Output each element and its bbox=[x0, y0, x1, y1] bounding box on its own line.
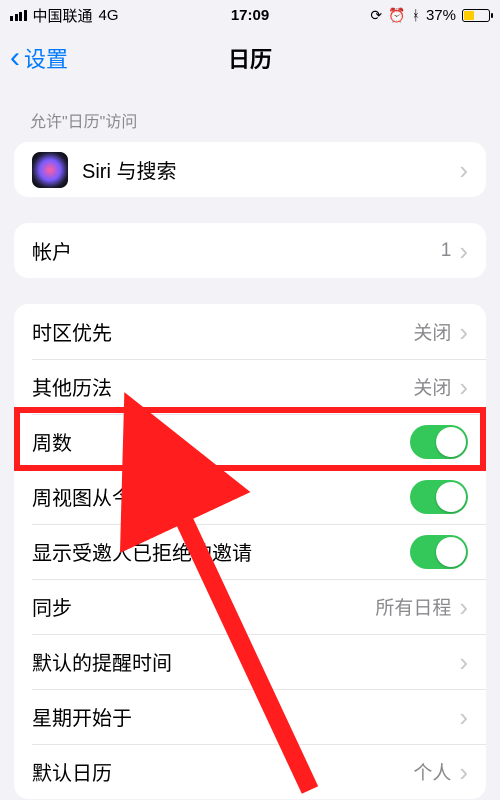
altcal-value: 关闭 bbox=[413, 373, 451, 400]
row-sync[interactable]: 同步 所有日程 › bbox=[14, 579, 486, 634]
row-week-view-today[interactable]: 周视图从今天开 bbox=[14, 469, 486, 524]
default-cal-value: 个人 bbox=[413, 758, 451, 785]
group-main-settings: 时区优先 关闭 › 其他历法 关闭 › 周数 周视图从今天开 显示受邀人已拒绝的… bbox=[14, 304, 486, 799]
chevron-right-icon: › bbox=[459, 704, 468, 730]
accounts-label: 帐户 bbox=[32, 236, 441, 265]
status-left: 中国联通 4G bbox=[10, 5, 119, 26]
chevron-right-icon: › bbox=[459, 157, 468, 183]
default-cal-label: 默认日历 bbox=[32, 757, 413, 786]
back-label: 设置 bbox=[24, 42, 68, 74]
chevron-right-icon: › bbox=[459, 594, 468, 620]
chevron-right-icon: › bbox=[459, 649, 468, 675]
network-label: 4G bbox=[99, 7, 119, 24]
siri-icon bbox=[32, 152, 68, 188]
siri-label: Siri 与搜索 bbox=[82, 155, 459, 184]
sync-label: 同步 bbox=[32, 592, 375, 621]
bluetooth-icon: ᚼ bbox=[412, 7, 420, 23]
alarm-icon: ⏰ bbox=[388, 7, 405, 24]
chevron-left-icon: ‹ bbox=[10, 43, 20, 73]
signal-icon bbox=[10, 10, 27, 21]
chevron-right-icon: › bbox=[459, 374, 468, 400]
row-accounts[interactable]: 帐户 1 › bbox=[14, 223, 486, 278]
row-week-numbers[interactable]: 周数 bbox=[14, 414, 486, 469]
row-timezone-override[interactable]: 时区优先 关闭 › bbox=[14, 304, 486, 359]
group-allow-access: Siri 与搜索 › bbox=[14, 142, 486, 197]
status-right: ⟳ ⏰ ᚼ 37% bbox=[370, 7, 490, 24]
row-siri-search[interactable]: Siri 与搜索 › bbox=[14, 142, 486, 197]
status-bar: 中国联通 4G 17:09 ⟳ ⏰ ᚼ 37% bbox=[0, 0, 500, 30]
chevron-right-icon: › bbox=[459, 238, 468, 264]
declined-toggle[interactable] bbox=[410, 535, 468, 569]
chevron-right-icon: › bbox=[459, 319, 468, 345]
timezone-value: 关闭 bbox=[413, 318, 451, 345]
timezone-label: 时区优先 bbox=[32, 317, 413, 346]
row-alternate-calendars[interactable]: 其他历法 关闭 › bbox=[14, 359, 486, 414]
default-alert-label: 默认的提醒时间 bbox=[32, 647, 459, 676]
row-week-start[interactable]: 星期开始于 › bbox=[14, 689, 486, 744]
carrier-label: 中国联通 bbox=[33, 5, 93, 26]
page-title: 日历 bbox=[228, 42, 272, 74]
weeknum-toggle[interactable] bbox=[410, 425, 468, 459]
orientation-lock-icon: ⟳ bbox=[370, 7, 382, 24]
nav-header: ‹ 设置 日历 bbox=[0, 30, 500, 86]
row-default-alert[interactable]: 默认的提醒时间 › bbox=[14, 634, 486, 689]
clock: 17:09 bbox=[231, 7, 269, 24]
declined-label: 显示受邀人已拒绝的邀请 bbox=[32, 537, 410, 566]
weekview-toggle[interactable] bbox=[410, 480, 468, 514]
group-accounts: 帐户 1 › bbox=[14, 223, 486, 278]
battery-pct: 37% bbox=[426, 7, 456, 24]
weeknum-label: 周数 bbox=[32, 427, 410, 456]
section-allow-label: 允许"日历"访问 bbox=[0, 86, 500, 142]
back-button[interactable]: ‹ 设置 bbox=[10, 42, 68, 74]
sync-value: 所有日程 bbox=[375, 593, 451, 620]
row-default-calendar[interactable]: 默认日历 个人 › bbox=[14, 744, 486, 799]
weekview-label: 周视图从今天开 bbox=[32, 482, 410, 511]
row-show-declined[interactable]: 显示受邀人已拒绝的邀请 bbox=[14, 524, 486, 579]
week-start-label: 星期开始于 bbox=[32, 702, 459, 731]
altcal-label: 其他历法 bbox=[32, 372, 413, 401]
battery-icon bbox=[462, 9, 490, 22]
accounts-value: 1 bbox=[441, 240, 452, 262]
chevron-right-icon: › bbox=[459, 759, 468, 785]
